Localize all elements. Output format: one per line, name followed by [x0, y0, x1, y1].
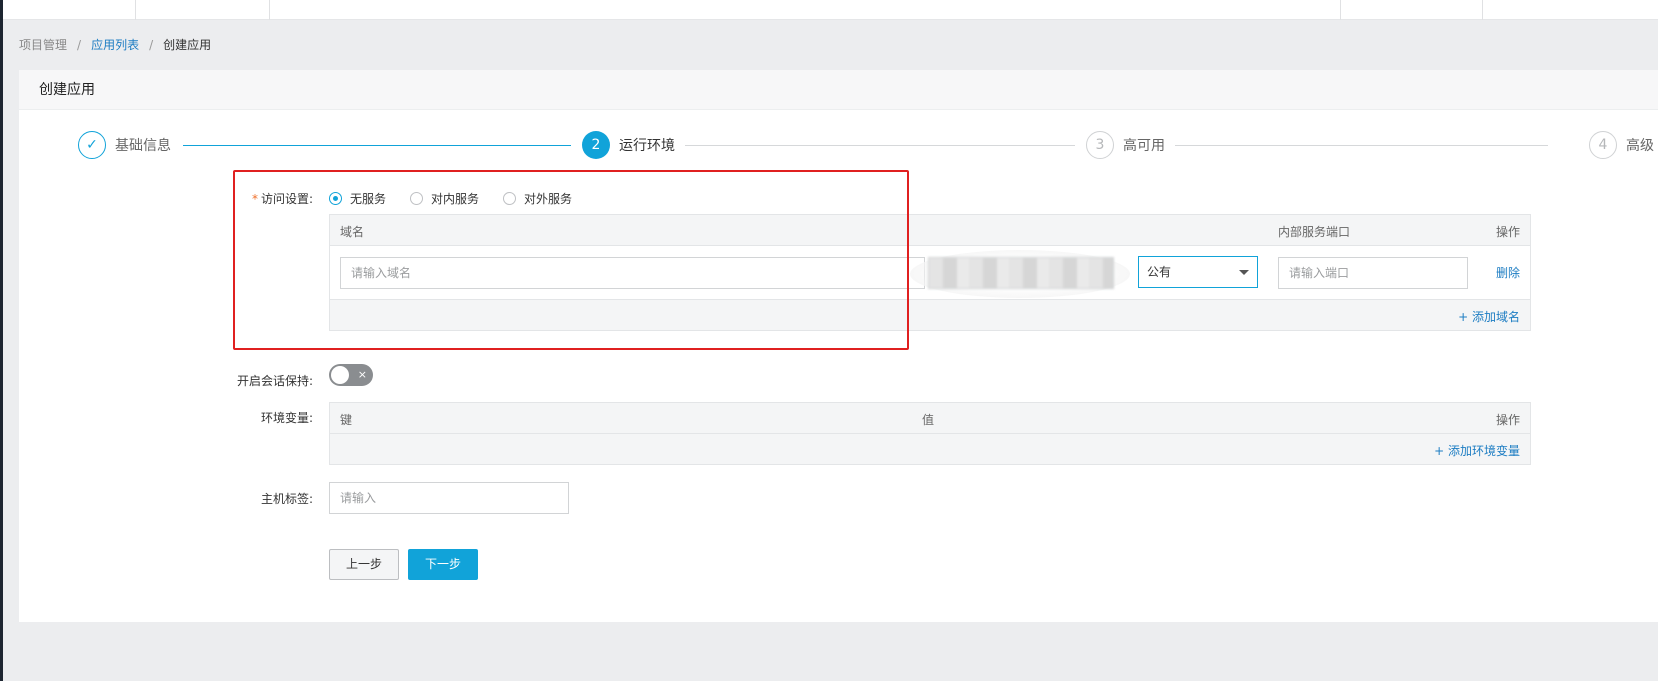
radio-internal-service[interactable]: 对内服务	[410, 190, 479, 207]
top-navbar	[3, 0, 1658, 20]
breadcrumb-separator: /	[77, 38, 82, 52]
radio-dot[interactable]	[410, 192, 424, 205]
env-table: 键 值 操作 + 添加环境变量	[329, 402, 1531, 465]
step-label: 运行环境	[619, 138, 675, 154]
visibility-value: 公有	[1147, 265, 1172, 279]
delete-domain-link[interactable]: 删除	[1496, 264, 1520, 281]
step-number: 3	[1086, 131, 1114, 159]
step-connector-2	[685, 145, 1075, 146]
host-tag-input[interactable]	[329, 482, 569, 514]
required-mark: *	[251, 192, 258, 206]
step-runtime-env: 2 运行环境	[582, 130, 675, 160]
col-action: 操作	[1495, 225, 1520, 239]
navbar-divider	[135, 0, 136, 20]
access-settings-label: * 访问设置:	[230, 190, 313, 207]
navbar-divider	[269, 0, 270, 20]
visibility-select[interactable]: 公有	[1138, 256, 1258, 288]
step-basic-info: ✓ 基础信息	[78, 130, 171, 160]
add-env-var-link[interactable]: + 添加环境变量	[1434, 442, 1520, 459]
session-keep-label: 开启会话保持:	[236, 374, 313, 388]
step-label: 高可用	[1123, 138, 1165, 154]
step-connector-1	[183, 145, 571, 146]
session-keep-toggle[interactable]: ×	[329, 364, 373, 386]
radio-label: 无服务	[350, 192, 387, 206]
domain-row: 公有 删除	[330, 246, 1530, 300]
access-radio-group: 无服务 对内服务 对外服务	[329, 190, 596, 207]
col-value: 值	[922, 413, 935, 427]
step-label: 高级	[1626, 138, 1654, 154]
breadcrumb-separator: /	[149, 38, 154, 52]
col-action: 操作	[1495, 413, 1520, 427]
radio-external-service[interactable]: 对外服务	[503, 190, 572, 207]
navbar-divider	[1340, 0, 1341, 20]
domain-table-header: 域名 内部服务端口 操作	[330, 215, 1530, 246]
create-app-panel: 创建应用	[19, 70, 1658, 622]
next-step-button[interactable]: 下一步	[408, 549, 478, 580]
step-high-availability: 3 高可用	[1086, 130, 1165, 160]
radio-no-service[interactable]: 无服务	[329, 190, 386, 207]
access-settings-text: 访问设置:	[260, 192, 313, 206]
prev-step-button[interactable]: 上一步	[329, 549, 399, 580]
radio-label: 对内服务	[431, 192, 480, 206]
step-advanced: 4 高级	[1589, 130, 1654, 160]
breadcrumb-current: 创建应用	[163, 38, 212, 52]
step-number: 4	[1589, 131, 1617, 159]
breadcrumb-app-list[interactable]: 应用列表	[91, 36, 139, 53]
check-icon: ✓	[78, 131, 106, 159]
domain-input[interactable]	[340, 257, 925, 289]
toggle-knob	[331, 366, 349, 384]
add-domain-link[interactable]: + 添加域名	[1458, 308, 1520, 325]
navbar-divider	[1482, 0, 1483, 20]
breadcrumb-project-management[interactable]: 项目管理	[19, 36, 67, 53]
breadcrumb: 项目管理 / 应用列表 / 创建应用	[19, 36, 211, 53]
step-connector-3	[1175, 145, 1548, 146]
env-vars-label: 环境变量:	[260, 411, 313, 425]
radio-dot[interactable]	[329, 192, 342, 205]
col-key: 键	[340, 413, 353, 427]
panel-title: 创建应用	[19, 70, 1658, 110]
env-table-header: 键 值 操作	[330, 403, 1530, 434]
close-icon: ×	[357, 368, 367, 381]
app-sidebar-edge	[0, 0, 3, 681]
env-table-footer: + 添加环境变量	[330, 434, 1530, 464]
host-tag-label: 主机标签:	[260, 492, 313, 506]
domain-table-footer: + 添加域名	[330, 300, 1530, 330]
step-number: 2	[582, 131, 610, 159]
step-label: 基础信息	[115, 138, 171, 154]
col-internal-port: 内部服务端口	[1278, 225, 1351, 239]
redacted-domain-suffix	[928, 257, 1114, 289]
radio-dot[interactable]	[503, 192, 517, 205]
col-domain: 域名	[340, 225, 365, 239]
domain-table: 域名 内部服务端口 操作 公有 删除 + 添加域名	[329, 214, 1531, 331]
chevron-down-icon	[1239, 270, 1249, 275]
radio-label: 对外服务	[524, 192, 573, 206]
internal-port-input[interactable]	[1278, 257, 1468, 289]
